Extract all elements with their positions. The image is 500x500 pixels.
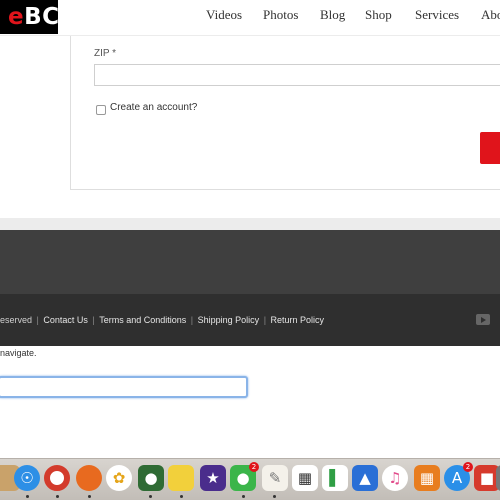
copyright-text: eserved [0,315,33,325]
safari-icon[interactable]: ☉ [14,465,40,491]
facetime-running-indicator [242,495,245,498]
page: eBC Videos Photos Blog Shop Services Abo… [0,0,500,500]
facetime-icon[interactable]: ● 2 [230,462,259,491]
app-store-icon[interactable]: A2 [444,462,473,491]
textedit-icon[interactable]: ✎ [262,465,288,491]
itunes-icon[interactable]: ♫ [382,465,408,491]
submit-button[interactable] [480,132,500,164]
firefox-running-indicator [88,495,91,498]
nav-shop[interactable]: Shop [365,7,392,23]
stickies-icon[interactable] [168,465,194,491]
zip-input[interactable] [94,64,500,86]
focused-text-input[interactable] [0,376,248,398]
contact-us-link[interactable]: Contact Us [43,315,88,325]
evernote-icon[interactable]: ● [138,465,164,491]
chrome-icon[interactable] [44,465,70,491]
footer-top [0,230,500,294]
facetime-badge: 2 [249,462,259,472]
return-policy-link[interactable]: Return Policy [271,315,325,325]
nav-services[interactable]: Services [415,7,459,23]
footer-separator [0,218,500,230]
top-navigation: eBC Videos Photos Blog Shop Services Abo [0,0,500,36]
imovie-icon[interactable]: ★ [200,465,226,491]
evernote-running-indicator [149,495,152,498]
site-logo[interactable]: eBC [0,0,59,34]
shipping-policy-link[interactable]: Shipping Policy [198,315,260,325]
preview-icon[interactable] [496,465,500,491]
checkout-form-panel [70,36,500,190]
youtube-icon[interactable] [476,314,490,325]
ibooks-icon[interactable]: ▦ [414,465,440,491]
nav-photos[interactable]: Photos [263,7,298,23]
nav-blog[interactable]: Blog [320,7,345,23]
stickies-running-indicator [180,495,183,498]
terms-link[interactable]: Terms and Conditions [99,315,186,325]
navigate-hint: navigate. [0,348,37,358]
textedit-running-indicator [273,495,276,498]
app-store-badge: 2 [463,462,473,472]
macos-dock: ☉ ✿ ● ★ ● 2 ✎ ▦ ▌ ▲ ♫ ▦ A2 ■ [0,458,500,500]
photos-icon[interactable]: ✿ [106,465,132,491]
numbers-icon[interactable]: ▌ [322,465,348,491]
nav-about[interactable]: Abo [481,7,500,23]
create-account-checkbox[interactable] [96,105,106,115]
zip-label: ZIP * [94,48,117,59]
safari-running-indicator [26,495,29,498]
keynote-icon[interactable]: ▲ [352,465,378,491]
firefox-icon[interactable] [76,465,102,491]
footer-links: eserved | Contact Us | Terms and Conditi… [0,315,325,325]
calendar-icon[interactable]: ▦ [292,465,318,491]
chrome-running-indicator [56,495,59,498]
create-account-label[interactable]: Create an account? [110,102,197,113]
nav-videos[interactable]: Videos [206,7,242,23]
